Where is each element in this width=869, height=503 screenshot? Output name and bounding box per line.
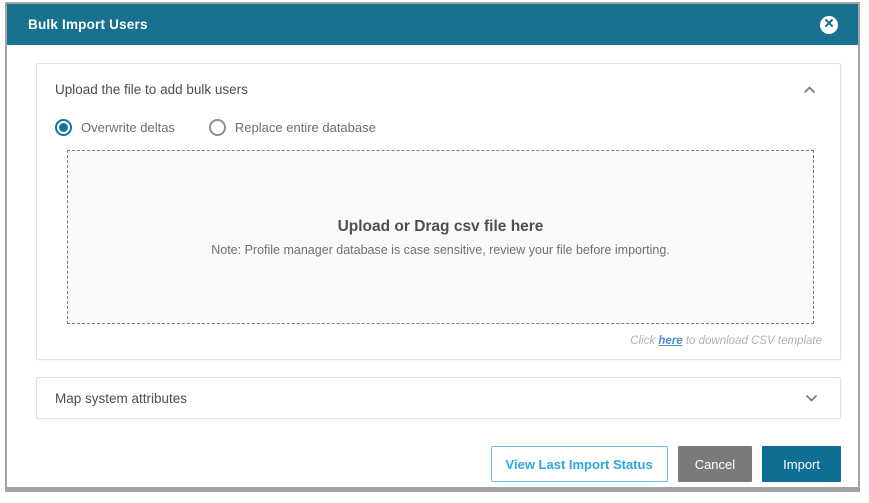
dialog-header: Bulk Import Users xyxy=(7,4,858,45)
dropzone-title: Upload or Drag csv file here xyxy=(338,218,544,236)
radio-replace-entire-database[interactable]: Replace entire database xyxy=(209,119,376,136)
import-mode-radio-group: Overwrite deltas Replace entire database xyxy=(55,119,824,136)
template-text-suffix: to download CSV template xyxy=(683,335,822,347)
dialog-title: Bulk Import Users xyxy=(28,17,148,32)
radio-label: Overwrite deltas xyxy=(81,120,175,135)
csv-upload-dropzone[interactable]: Upload or Drag csv file here Note: Profi… xyxy=(67,150,814,324)
csv-template-line: Click here to download CSV template xyxy=(55,335,822,347)
upload-section: Upload the file to add bulk users Overwr… xyxy=(36,63,841,360)
template-text-prefix: Click xyxy=(630,335,658,347)
dialog-body: Upload the file to add bulk users Overwr… xyxy=(7,45,858,487)
dropzone-note: Note: Profile manager database is case s… xyxy=(211,243,670,257)
view-last-import-status-button[interactable]: View Last Import Status xyxy=(491,446,668,482)
map-section-title: Map system attributes xyxy=(55,391,187,406)
radio-overwrite-deltas[interactable]: Overwrite deltas xyxy=(55,119,175,136)
collapse-section-button[interactable] xyxy=(795,78,824,101)
csv-template-download-link[interactable]: here xyxy=(658,335,682,347)
chevron-down-icon xyxy=(797,390,826,406)
radio-selected-icon xyxy=(55,119,72,136)
chevron-up-icon xyxy=(803,82,816,97)
close-icon xyxy=(824,18,834,31)
upload-section-header: Upload the file to add bulk users xyxy=(55,78,824,101)
close-button[interactable] xyxy=(820,16,838,34)
radio-label: Replace entire database xyxy=(235,120,376,135)
screen: Bulk Import Users Upload the file to add… xyxy=(0,0,869,503)
map-system-attributes-section[interactable]: Map system attributes xyxy=(36,377,841,419)
upload-section-title: Upload the file to add bulk users xyxy=(55,82,248,97)
dialog-footer: View Last Import Status Cancel Import xyxy=(36,446,841,482)
import-button[interactable]: Import xyxy=(762,446,841,482)
bulk-import-users-dialog: Bulk Import Users Upload the file to add… xyxy=(5,2,860,492)
cancel-button[interactable]: Cancel xyxy=(678,446,752,482)
radio-unselected-icon xyxy=(209,119,226,136)
